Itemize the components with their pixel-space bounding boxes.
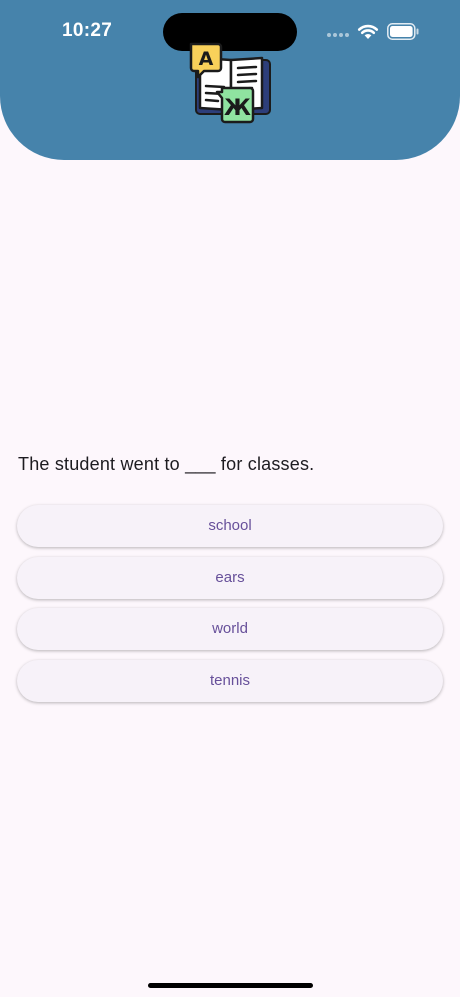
option-button-school[interactable]: school (17, 505, 443, 547)
option-button-tennis[interactable]: tennis (17, 659, 443, 702)
logo-glyph-right: Ж (224, 96, 251, 121)
logo-glyph-left: A (199, 48, 214, 70)
home-indicator[interactable] (148, 983, 313, 988)
battery-icon (387, 23, 419, 40)
question-text: The student went to ___ for classes. (18, 454, 315, 474)
language-book-icon: A Ж (189, 42, 271, 124)
wifi-icon (357, 24, 379, 39)
header-banner: 10:27 A Ж (0, 0, 460, 160)
answer-options: school ears world tennis (17, 505, 443, 711)
status-time: 10:27 (62, 20, 113, 41)
option-button-world[interactable]: world (17, 608, 443, 650)
option-button-ears[interactable]: ears (17, 556, 443, 599)
cellular-signal-icon (327, 33, 351, 39)
